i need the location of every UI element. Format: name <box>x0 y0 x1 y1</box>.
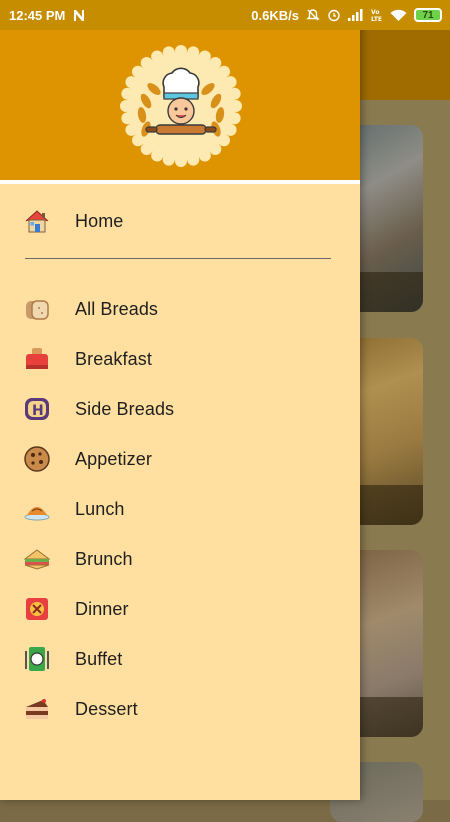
menu-item-label: Brunch <box>75 548 133 569</box>
menu-item-label: Buffet <box>75 648 123 669</box>
wifi-icon <box>390 9 407 22</box>
menu-item-label: All Breads <box>75 298 159 319</box>
status-time: 12:45 PM <box>9 7 66 23</box>
menu-item-dinner[interactable]: Dinner <box>0 584 360 634</box>
menu-item-breakfast[interactable]: Breakfast <box>0 334 360 384</box>
menu-item-label: Lunch <box>75 498 125 519</box>
n-notification-icon <box>73 9 86 22</box>
menu-item-side-breads[interactable]: H Side Breads <box>0 384 360 434</box>
house-icon <box>23 207 51 235</box>
bread-slice-icon <box>23 295 51 323</box>
alarm-icon <box>327 8 341 22</box>
mute-icon <box>306 8 320 22</box>
buffet-icon <box>23 645 51 673</box>
menu-item-label: Appetizer <box>75 448 152 469</box>
bread-h-icon: H <box>23 395 51 423</box>
volte-icon: Vo LTE <box>371 8 383 22</box>
dinner-icon <box>23 595 51 623</box>
signal-icon <box>348 9 364 21</box>
menu-item-home[interactable]: Home <box>0 196 360 246</box>
svg-text:Vo: Vo <box>371 9 379 16</box>
menu-item-label: Dessert <box>75 698 138 719</box>
menu-item-appetizer[interactable]: Appetizer <box>0 434 360 484</box>
status-bar: 12:45 PM 0.6KB/s Vo LTE 71 <box>0 0 450 30</box>
navigation-drawer: Home All Breads Breakfast H Side Breads <box>0 0 360 800</box>
menu-item-all-breads[interactable]: All Breads <box>0 284 360 334</box>
battery-icon: 71 <box>414 8 442 22</box>
cookie-icon <box>23 445 51 473</box>
toaster-icon <box>23 345 51 373</box>
menu-item-label: Side Breads <box>75 398 175 419</box>
svg-text:LTE: LTE <box>371 16 382 22</box>
drawer-menu: Home All Breads Breakfast H Side Breads <box>0 196 360 734</box>
menu-item-label: Dinner <box>75 598 129 619</box>
menu-item-label: Home <box>75 210 124 231</box>
menu-item-buffet[interactable]: Buffet <box>0 634 360 684</box>
network-speed: 0.6KB/s <box>251 7 299 23</box>
drawer-header <box>0 30 360 180</box>
pie-icon <box>23 495 51 523</box>
menu-item-brunch[interactable]: Brunch <box>0 534 360 584</box>
sandwich-icon <box>23 545 51 573</box>
svg-text:H: H <box>32 403 44 419</box>
menu-item-label: Breakfast <box>75 348 152 369</box>
cake-icon <box>23 695 51 723</box>
header-divider <box>0 180 360 184</box>
menu-item-dessert[interactable]: Dessert <box>0 684 360 734</box>
menu-divider <box>25 258 331 259</box>
menu-item-lunch[interactable]: Lunch <box>0 484 360 534</box>
chef-logo-icon <box>120 45 242 167</box>
